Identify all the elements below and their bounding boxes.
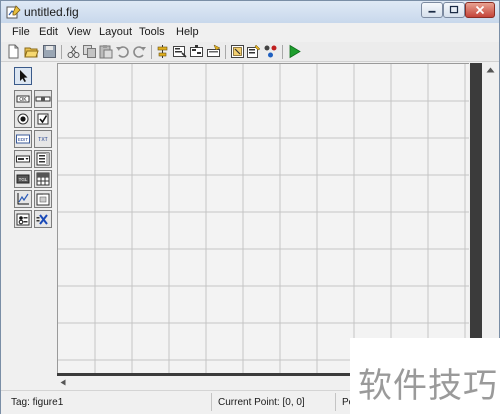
- object-browser-icon[interactable]: [263, 44, 278, 59]
- menu-edit[interactable]: Edit: [39, 26, 58, 38]
- canvas-resize-edge-right[interactable]: [470, 63, 482, 375]
- select-icon: [20, 70, 28, 82]
- layout-grid: [58, 64, 469, 375]
- toolbar-separator: [61, 45, 62, 59]
- axes-tool[interactable]: [14, 190, 32, 208]
- toggle-button-icon: TGL: [16, 174, 30, 184]
- edit-text-tool[interactable]: EDIT: [14, 130, 32, 148]
- figure-file-icon: [6, 5, 21, 19]
- title-bar[interactable]: untitled.fig: [1, 1, 499, 23]
- menu-bar: File Edit View Layout Tools Help: [1, 24, 499, 41]
- checkbox-tool[interactable]: [34, 110, 52, 128]
- static-text-tool[interactable]: TXT: [34, 130, 52, 148]
- static-text-icon: TXT: [38, 137, 47, 143]
- checkbox-icon: [37, 113, 49, 125]
- status-tag: Tag: figure1: [11, 397, 64, 408]
- copy-icon[interactable]: [82, 44, 97, 59]
- watermark: 软件技巧: [350, 338, 500, 414]
- minimize-button[interactable]: [421, 2, 443, 18]
- toggle-button-label: TGL: [19, 177, 28, 182]
- m-file-editor-icon[interactable]: [230, 44, 245, 59]
- edit-text-label: EDIT: [18, 137, 29, 142]
- close-icon: [475, 5, 485, 15]
- scroll-left-icon[interactable]: [60, 379, 66, 386]
- paste-icon[interactable]: [98, 44, 113, 59]
- push-button-tool[interactable]: OK: [14, 90, 32, 108]
- align-objects-icon[interactable]: [155, 44, 170, 59]
- panel-tool[interactable]: [34, 190, 52, 208]
- menu-layout[interactable]: Layout: [99, 26, 132, 38]
- popup-menu-tool[interactable]: [14, 150, 32, 168]
- push-button-label: OK: [19, 97, 27, 103]
- menu-tools[interactable]: Tools: [139, 26, 165, 38]
- watermark-text: 软件技巧: [358, 366, 498, 406]
- toolbar-separator: [282, 45, 283, 59]
- menu-help[interactable]: Help: [176, 26, 199, 38]
- toolbar-editor-icon[interactable]: [206, 44, 221, 59]
- menu-file[interactable]: File: [12, 26, 30, 38]
- toolbar-separator: [151, 45, 152, 59]
- status-separator: [211, 393, 212, 411]
- toolbar: [1, 42, 499, 62]
- radio-button-icon: [17, 113, 29, 125]
- listbox-tool[interactable]: [34, 150, 52, 168]
- table-tool[interactable]: [34, 170, 52, 188]
- status-separator: [335, 393, 336, 411]
- edit-text-icon: EDIT: [16, 134, 30, 144]
- scroll-up-icon[interactable]: [486, 67, 495, 73]
- menu-view[interactable]: View: [67, 26, 91, 38]
- popup-menu-icon: [16, 155, 30, 163]
- panel-icon: [36, 193, 50, 206]
- new-icon[interactable]: [6, 44, 21, 59]
- table-icon: [36, 172, 50, 186]
- minimize-icon: [428, 10, 436, 13]
- toolbar-separator: [225, 45, 226, 59]
- static-text-label: TXT: [38, 137, 47, 143]
- component-palette: OK EDIT TXT TGL: [1, 63, 57, 373]
- axes-icon: [17, 193, 29, 205]
- slider-icon: [35, 96, 51, 102]
- undo-icon[interactable]: [115, 44, 130, 59]
- listbox-icon: [36, 152, 50, 166]
- select-tool[interactable]: [14, 67, 32, 85]
- property-inspector-icon[interactable]: [246, 44, 261, 59]
- toggle-button-tool[interactable]: TGL: [14, 170, 32, 188]
- button-group-tool[interactable]: [14, 210, 32, 228]
- status-current-point: Current Point: [0, 0]: [218, 397, 305, 408]
- menu-editor-icon[interactable]: [172, 44, 187, 59]
- window-title: untitled.fig: [24, 5, 79, 19]
- button-group-icon: [16, 213, 30, 226]
- tab-order-icon[interactable]: [189, 44, 204, 59]
- activex-tool[interactable]: [34, 210, 52, 228]
- run-icon[interactable]: [287, 44, 302, 59]
- redo-icon[interactable]: [132, 44, 147, 59]
- cut-icon[interactable]: [66, 44, 81, 59]
- open-icon[interactable]: [24, 44, 39, 59]
- maximize-icon: [449, 5, 459, 14]
- save-icon[interactable]: [42, 44, 57, 59]
- radio-button-tool[interactable]: [14, 110, 32, 128]
- push-button-icon: OK: [16, 95, 30, 103]
- close-button[interactable]: [465, 2, 495, 18]
- slider-tool[interactable]: [34, 90, 52, 108]
- layout-canvas[interactable]: [57, 63, 469, 375]
- vertical-scrollbar[interactable]: [482, 63, 499, 375]
- activex-icon: [36, 214, 48, 225]
- maximize-button[interactable]: [443, 2, 465, 18]
